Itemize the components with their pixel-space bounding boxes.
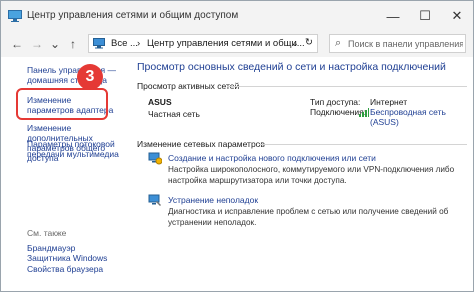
- network-setup-icon: [148, 152, 162, 165]
- title-bar: Центр управления сетями и общим доступом…: [1, 1, 473, 31]
- search-box[interactable]: ⌕: [329, 34, 466, 53]
- breadcrumb-network-center[interactable]: Центр управления сетями и общи...: [147, 38, 305, 49]
- navigation-bar: ← → ⌄ ↑ Все ... › Центр управления сетям…: [1, 31, 473, 57]
- wireless-connection-link[interactable]: Беспроводная сеть (ASUS): [370, 107, 460, 127]
- search-icon: ⌕: [335, 37, 342, 49]
- sidebar-link-firewall[interactable]: Брандмауэр Защитника Windows: [27, 243, 119, 263]
- network-name: ASUS: [148, 97, 172, 107]
- close-button[interactable]: ✕: [441, 1, 473, 31]
- wifi-signal-icon: [359, 108, 369, 117]
- sidebar-link-media-streaming[interactable]: Параметры потоковой передачи мультимедиа: [27, 139, 119, 159]
- setup-new-connection-description: Настройка широкополосного, коммутируемог…: [168, 165, 455, 185]
- up-button[interactable]: ↑: [65, 35, 81, 53]
- section-divider: [259, 144, 467, 145]
- control-panel-icon: [93, 38, 105, 49]
- access-type-label: Тип доступа:: [310, 97, 361, 107]
- section-divider: [227, 86, 467, 87]
- active-networks-heading: Просмотр активных сетей: [137, 81, 240, 91]
- page-title: Просмотр основных сведений о сети и наст…: [137, 61, 446, 73]
- address-bar[interactable]: Все ... › Центр управления сетями и общи…: [88, 34, 318, 53]
- sidebar-link-browser-properties[interactable]: Свойства браузера: [27, 264, 119, 274]
- sidebar-link-home[interactable]: Панель управления — домашняя страница: [27, 65, 119, 85]
- maximize-button[interactable]: ☐: [409, 1, 441, 31]
- connections-label: Подключения:: [310, 107, 367, 117]
- search-input[interactable]: [348, 37, 463, 50]
- network-category: Частная сеть: [148, 109, 200, 119]
- troubleshooting-link[interactable]: Устранение неполадок: [168, 195, 258, 205]
- setup-new-connection-link[interactable]: Создание и настройка нового подключения …: [168, 153, 376, 163]
- address-history-chevron[interactable]: ⌄: [291, 38, 299, 49]
- forward-button[interactable]: →: [29, 35, 45, 53]
- recent-locations-button[interactable]: ⌄: [47, 35, 63, 53]
- window-title: Центр управления сетями и общим доступом: [27, 10, 239, 21]
- troubleshoot-icon: [148, 194, 161, 206]
- minimize-button[interactable]: —: [377, 1, 409, 31]
- step-number-badge: 3: [77, 64, 103, 90]
- breadcrumb-separator: ›: [137, 38, 141, 49]
- control-panel-window: Центр управления сетями и общим доступом…: [0, 0, 474, 292]
- see-also-heading: См. также: [27, 228, 67, 238]
- troubleshooting-description: Диагностика и исправление проблем с сеть…: [168, 207, 449, 227]
- refresh-button[interactable]: ↻: [305, 37, 313, 48]
- highlight-box: [16, 88, 108, 120]
- network-center-app-icon: [8, 10, 22, 22]
- change-settings-heading: Изменение сетевых параметров: [137, 139, 265, 149]
- access-type-value: Интернет: [370, 97, 408, 107]
- breadcrumb-all[interactable]: Все ...: [111, 38, 138, 49]
- back-button[interactable]: ←: [9, 35, 25, 53]
